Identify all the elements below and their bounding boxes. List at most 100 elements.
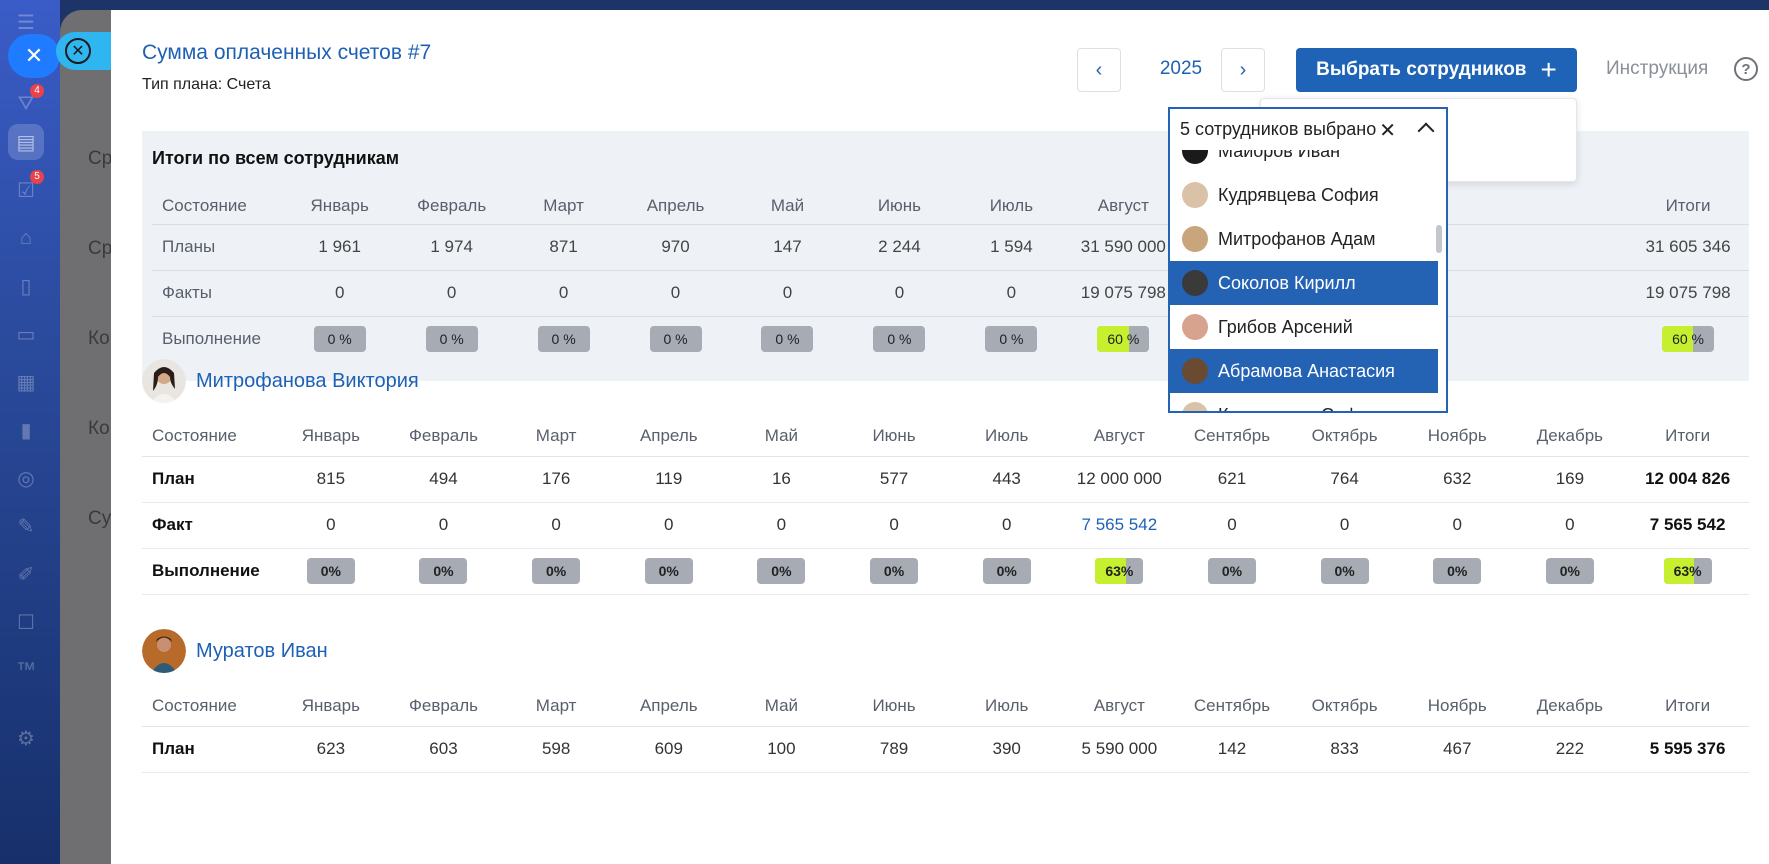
fact-cell: 0 [1513, 502, 1627, 549]
completion-cell: 0% [1288, 548, 1401, 595]
employee-table: Состояние Январь Февраль Март Апрель Май Июнь И… [142, 686, 1749, 773]
plan-cell [1515, 223, 1628, 270]
warehouse-icon[interactable]: ⌂ [8, 220, 44, 256]
employee-option[interactable]: Митрофанов Адам [1170, 217, 1438, 261]
completion-badge: 0 % [985, 326, 1038, 353]
avatar [1182, 270, 1208, 296]
employee-name[interactable]: Муратов Иван [196, 640, 328, 663]
fact-cell: 0 [507, 269, 620, 316]
completion-badge: 0% [1320, 558, 1369, 584]
fact-cell: 7 565 542 [1063, 502, 1176, 549]
completion-cell: 0% [1513, 548, 1627, 595]
gear-icon[interactable]: ⚙ [8, 720, 44, 756]
completion-cell: 63% [1063, 548, 1176, 595]
next-year-button[interactable]: › [1221, 48, 1265, 92]
employee-option-label: Митрофанов Адам [1218, 228, 1376, 249]
prev-year-button[interactable]: ‹ [1077, 48, 1121, 92]
completion-badge: 63% [1095, 558, 1144, 584]
fact-cell: 0 [955, 269, 1068, 316]
help-icon[interactable]: ? [1734, 57, 1758, 81]
employee-select-input[interactable]: 5 сотрудников выбрано ✕ [1168, 107, 1448, 151]
row-label: Планы [152, 223, 284, 270]
completion-badge: 63% [1663, 558, 1712, 584]
fact-cell: 0 [843, 269, 956, 316]
completion-cell: 60 % [1627, 315, 1749, 362]
completion-badge: 0% [306, 558, 355, 584]
presentation-icon[interactable]: ▭ [8, 316, 44, 352]
employee-option-label: Соколов Кирилл [1218, 272, 1356, 293]
tasks-icon[interactable]: ▤ [8, 124, 44, 160]
edit-doc-icon[interactable]: ✎ [8, 508, 44, 544]
notification-badge: 4 [30, 84, 44, 98]
fact-cell: 0 [1288, 502, 1401, 549]
completion-badge: 0 % [649, 326, 702, 353]
select-employees-label: Выбрать сотрудников [1316, 59, 1527, 80]
clear-icon[interactable]: ✕ [1379, 118, 1396, 143]
row-label: План [142, 726, 275, 773]
fact-cell: 0 [274, 502, 388, 549]
close-circle-icon: ✕ [65, 38, 91, 64]
employee-option[interactable]: Майоров Иван [1170, 150, 1438, 173]
chevron-up-icon[interactable] [1417, 122, 1435, 140]
employee-option[interactable]: Кудрявцева София [1170, 393, 1438, 411]
completion-label: 0% [1221, 563, 1243, 579]
column-header: Июль [950, 686, 1064, 727]
completion-label: 63% [1105, 563, 1134, 579]
instruction-link[interactable]: Инструкция [1606, 58, 1708, 80]
completion-label: 0 % [887, 331, 912, 348]
avatar [142, 629, 186, 673]
select-employees-button[interactable]: Выбрать сотрудников + [1296, 48, 1577, 92]
robot-icon[interactable]: ☐ [8, 604, 44, 640]
column-header: Апрель [612, 686, 726, 727]
column-header: Итоги [1665, 195, 1711, 215]
column-header: Июнь [837, 416, 951, 457]
column-header: Состояние [142, 686, 275, 727]
fact-cell: 19 075 798 [1067, 269, 1180, 316]
document-icon[interactable]: ▯ [8, 268, 44, 304]
column-header: Декабрь [1513, 416, 1627, 457]
avatar [142, 359, 186, 403]
employee-option[interactable]: Абрамова Анастасия [1170, 349, 1438, 393]
completion-badge: 0% [419, 558, 468, 584]
completion-cell: 0% [274, 548, 388, 595]
column-header: Август [1063, 416, 1176, 457]
trademark-icon[interactable]: ™ [8, 652, 44, 688]
completion-label: 0 % [999, 331, 1024, 348]
completion-cell: 0 % [395, 315, 508, 362]
completion-badge: 0 % [761, 326, 814, 353]
column-header: Сентябрь [1175, 416, 1289, 457]
scrollbar-thumb[interactable] [1436, 225, 1442, 253]
fact-cell: 0 [387, 502, 500, 549]
plan-cell: 176 [499, 456, 613, 503]
analytics-icon[interactable]: ▮ [8, 412, 44, 448]
checklist-icon[interactable]: ☑ 5 [8, 170, 44, 208]
completion-badge: 0 % [873, 326, 926, 353]
avatar [1182, 358, 1208, 384]
employee-option[interactable]: Соколов Кирилл [1170, 261, 1438, 305]
avatar [1182, 314, 1208, 340]
employee-name[interactable]: Митрофанова Виктория [196, 370, 419, 393]
calendar-icon[interactable]: ▦ [8, 364, 44, 400]
filter-icon[interactable]: ⛛ 4 [8, 84, 44, 122]
column-header: Июнь [877, 195, 922, 215]
column-header: Декабрь [1513, 686, 1627, 727]
close-menu-button[interactable]: ✕ [8, 34, 60, 78]
completion-cell: 0% [1175, 548, 1289, 595]
settings-icon[interactable]: ◎ [8, 460, 44, 496]
employee-option[interactable]: Грибов Арсений [1170, 305, 1438, 349]
column-header [1515, 188, 1627, 224]
background-label: Ко [88, 328, 110, 349]
completion-badge: 0% [532, 558, 581, 584]
completion-badge: 0% [757, 558, 806, 584]
completion-cell: 0 % [283, 315, 396, 362]
completion-cell: 0% [499, 548, 613, 595]
row-label: План [142, 456, 275, 503]
pen-icon[interactable]: ✐ [8, 556, 44, 592]
completion-cell: 0% [612, 548, 726, 595]
completion-badge: 0 % [537, 326, 590, 353]
completion-label: 0% [771, 563, 792, 579]
employee-option[interactable]: Кудрявцева София [1170, 173, 1438, 217]
notification-badge: 5 [30, 170, 44, 184]
close-slider-button[interactable]: ✕ [56, 32, 112, 70]
completion-badge: 0% [644, 558, 693, 584]
